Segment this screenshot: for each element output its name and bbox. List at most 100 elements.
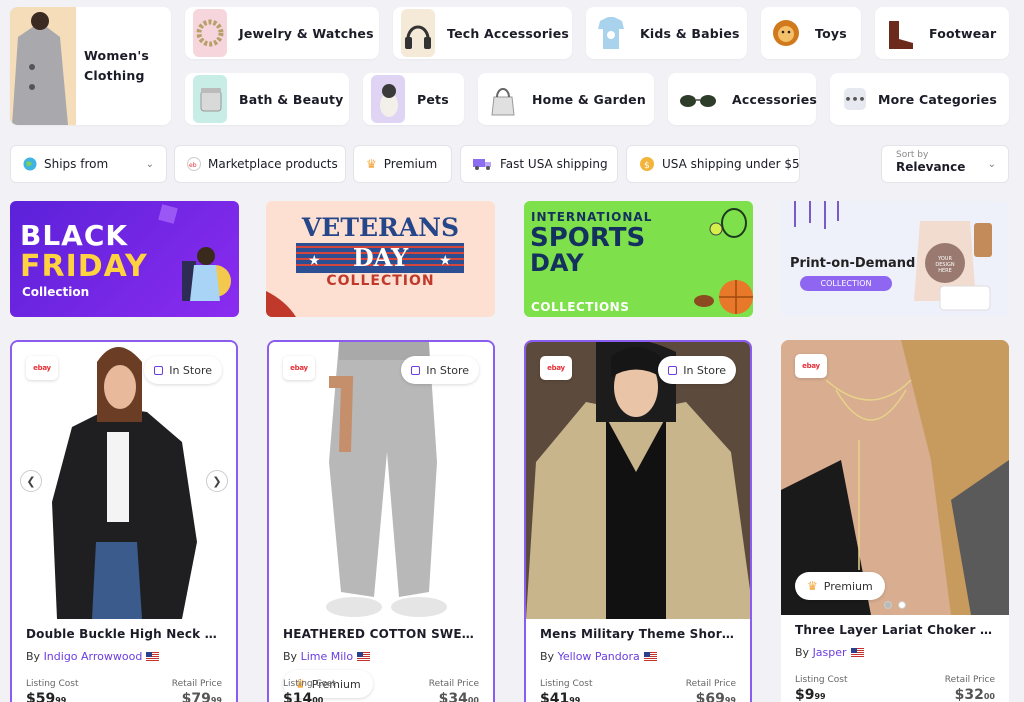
seller-line: By Lime Milo (283, 650, 479, 663)
boot-icon (883, 9, 917, 57)
seller-link[interactable]: Indigo Arrowwood (44, 650, 143, 663)
retail-price-label: Retail Price (685, 679, 736, 689)
product-card[interactable]: ebay In Store Mens Military Theme Short … (524, 340, 752, 702)
category-more[interactable]: ••• More Categories (830, 73, 1009, 125)
svg-text:$: $ (644, 161, 650, 171)
next-image-button[interactable]: ❯ (206, 470, 228, 492)
filter-label: Premium (383, 157, 438, 171)
category-label: More Categories (878, 91, 997, 107)
filter-label: Ships from (44, 157, 109, 171)
globe-icon (23, 157, 37, 171)
seller-line: By Yellow Pandora (540, 650, 736, 663)
seller-link[interactable]: Yellow Pandora (558, 650, 640, 663)
us-flag-icon (850, 648, 864, 657)
listing-cost-label: Listing Cost (26, 679, 79, 689)
coin-icon: $ (639, 156, 655, 172)
sort-dropdown[interactable]: Sort by Relevance ⌄ (881, 145, 1009, 183)
seller-link[interactable]: Lime Milo (301, 650, 354, 663)
seller-link[interactable]: Jasper (813, 646, 847, 659)
filter-premium[interactable]: ♛ Premium (353, 145, 452, 183)
banner-sports-day[interactable]: INTERNATIONAL SPORTS DAY COLLECTIONS (524, 201, 753, 317)
ebay-badge: ebay (795, 354, 827, 378)
coat-icon (10, 7, 76, 125)
bag-icon (411, 365, 421, 375)
category-kids[interactable]: Kids & Babies (586, 7, 747, 59)
image-carousel-dots[interactable] (781, 601, 1009, 609)
filter-marketplace[interactable]: eb Marketplace products (174, 145, 346, 183)
in-store-text: In Store (683, 363, 726, 377)
filter-usa-under-5[interactable]: $ USA shipping under $5 (626, 145, 800, 183)
in-store-text: In Store (426, 363, 469, 377)
category-womens-clothing[interactable]: Women's Clothing (10, 7, 171, 125)
in-store-badge: In Store (401, 356, 479, 384)
listing-cost-value: $999 (795, 687, 826, 702)
listing-cost-label: Listing Cost (283, 679, 336, 689)
category-label: Footwear (929, 25, 997, 41)
banner-print-on-demand[interactable]: YOUR DESIGN HERE Print-on-Demand COLLECT… (780, 201, 1009, 317)
retail-price-value: $3400 (438, 691, 479, 702)
ebay-badge-text: ebay (33, 364, 51, 372)
in-store-text: In Store (169, 363, 212, 377)
listing-cost-label: Listing Cost (795, 675, 848, 685)
onesie-icon (594, 9, 628, 57)
us-flag-icon (357, 652, 371, 661)
banner-black-friday[interactable]: BLACK FRIDAY Collection (10, 201, 239, 317)
ebay-icon: eb (187, 157, 201, 171)
ebay-badge-text: ebay (547, 364, 565, 372)
product-info: Mens Military Theme Short Ja... By Yello… (526, 619, 750, 702)
svg-text:eb: eb (189, 162, 197, 169)
sort-value: Relevance (896, 160, 966, 174)
retail-price-value: $3200 (954, 687, 995, 702)
category-accessories[interactable]: Accessories (668, 73, 817, 125)
crown-icon: ♛ (366, 157, 377, 171)
category-label: Home & Garden (532, 91, 646, 107)
chevron-down-icon: ⌄ (987, 159, 996, 170)
category-jewelry[interactable]: Jewelry & Watches (185, 7, 379, 59)
product-name[interactable]: Double Buckle High Neck Veg... (26, 627, 222, 641)
prev-image-button[interactable]: ❮ (20, 470, 42, 492)
filter-ships-from[interactable]: Ships from ⌄ (10, 145, 167, 183)
bag-design-text: YOUR DESIGN HERE (935, 256, 955, 274)
retail-price-label: Retail Price (428, 679, 479, 689)
category-label: Kids & Babies (640, 25, 740, 41)
premium-badge: ♛ Premium (795, 572, 885, 600)
category-pets[interactable]: Pets (363, 73, 464, 125)
premium-text: Premium (823, 579, 873, 593)
listing-cost-value: $4199 (540, 691, 581, 702)
retail-price-value: $7999 (181, 691, 222, 702)
product-name[interactable]: HEATHERED COTTON SWEATS (283, 627, 479, 641)
sunglasses-icon (676, 75, 720, 123)
banner-title: VETERANS (301, 213, 460, 242)
crown-icon: ♛ (807, 579, 818, 593)
category-bath-beauty[interactable]: Bath & Beauty (185, 73, 349, 125)
category-footwear[interactable]: Footwear (875, 7, 1009, 59)
seller-line: By Indigo Arrowwood (26, 650, 222, 663)
banner-kicker: INTERNATIONAL (531, 210, 653, 224)
category-home-garden[interactable]: Home & Garden (478, 73, 654, 125)
retail-price-value: $6999 (695, 691, 736, 702)
product-card[interactable]: ebay In Store ❮ ❯ Double Buckle High Nec… (10, 340, 238, 702)
ebay-badge: ebay (283, 356, 315, 380)
product-name[interactable]: Three Layer Lariat Choker Nec... (795, 623, 995, 637)
category-label: Jewelry & Watches (239, 25, 374, 41)
banner-caption: COLLECTIONS (531, 300, 630, 314)
banner-subtitle: DAY (352, 243, 409, 272)
product-card[interactable]: ebay In Store ♛ Premium HEATHERED COTTON … (267, 340, 495, 702)
filter-label: USA shipping under $5 (662, 157, 800, 171)
category-toys[interactable]: Toys (761, 7, 861, 59)
banner-subtitle: FRIDAY (20, 249, 148, 284)
chevron-down-icon: ⌄ (145, 158, 154, 170)
sort-caption: Sort by (896, 150, 929, 160)
banner-caption: Collection (22, 285, 90, 299)
category-tech[interactable]: Tech Accessories (393, 7, 572, 59)
banner-button[interactable]: COLLECTION (800, 276, 892, 291)
truck-icon (473, 158, 493, 170)
banner-title: Print-on-Demand (790, 256, 916, 271)
product-name[interactable]: Mens Military Theme Short Ja... (540, 627, 736, 641)
product-card[interactable]: ebay ♛ Premium Three Layer Lariat Choker … (781, 340, 1009, 702)
retail-price-label: Retail Price (944, 675, 995, 685)
filter-fast-usa[interactable]: Fast USA shipping (460, 145, 618, 183)
headphones-icon (401, 9, 435, 57)
product-info: Double Buckle High Neck Veg... By Indigo… (12, 619, 236, 702)
banner-veterans-day[interactable]: ★ ★ VETERANS DAY COLLECTION (266, 201, 495, 317)
